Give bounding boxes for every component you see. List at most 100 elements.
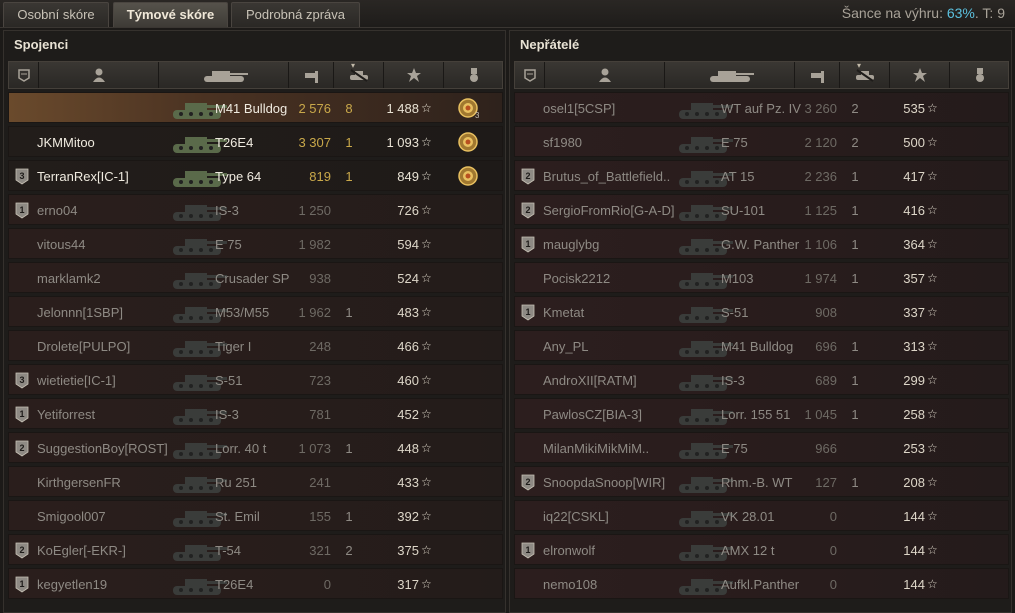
player-name[interactable]: Kmetat: [543, 297, 688, 328]
platoon-badge-icon: 2: [521, 474, 535, 491]
platoon-icon: [17, 69, 30, 82]
damage-value: 0: [829, 543, 837, 558]
allies-row[interactable]: 3 wietietie[IC-1] S-51 723 460 ☆: [8, 364, 503, 395]
player-name[interactable]: marklamk2: [37, 263, 182, 294]
player-name[interactable]: Pocisk2212: [543, 263, 688, 294]
tank-icon: [203, 71, 248, 82]
enemies-row[interactable]: 1 mauglybg G.W. Panther 1 106 1 364 ☆: [514, 228, 1009, 259]
player-name[interactable]: PawlosCZ[BIA-3]: [543, 399, 688, 430]
allies-row[interactable]: 2 KoEgler[-EKR-] T-54 321 2 375 ☆: [8, 534, 503, 565]
player-name[interactable]: Jelonnn[1SBP]: [37, 297, 182, 328]
achievement-medal-icon[interactable]: [457, 165, 479, 187]
header-kills-column[interactable]: [840, 62, 890, 88]
header-damage-column[interactable]: [289, 62, 334, 88]
allies-row[interactable]: Drolete[PULPO] Tiger I 248 466 ☆: [8, 330, 503, 361]
damage-value: 241: [309, 475, 331, 490]
allies-row[interactable]: marklamk2 Crusader SP 938 524 ☆: [8, 262, 503, 293]
allies-row[interactable]: vitous44 E 75 1 982 594 ☆: [8, 228, 503, 259]
allies-row[interactable]: JKMMitoo T26E4 3 307 1 1 093 ☆: [8, 126, 503, 157]
star-icon: ☆: [421, 441, 432, 455]
player-name[interactable]: SuggestionBoy[ROST]: [37, 433, 182, 464]
header-player-column[interactable]: [39, 62, 159, 88]
player-name[interactable]: nemo108: [543, 569, 688, 600]
kills-value: 1: [851, 237, 859, 252]
header-platoon-column[interactable]: [515, 62, 545, 88]
enemies-row[interactable]: AndroXII[RATM] IS-3 689 1 299 ☆: [514, 364, 1009, 395]
header-kills-column[interactable]: [334, 62, 384, 88]
xp-value: 313: [903, 339, 925, 354]
kills-value: 1: [851, 407, 859, 422]
damage-value: 908: [815, 305, 837, 320]
enemies-row[interactable]: iq22[CSKL] VK 28.01 0 144 ☆: [514, 500, 1009, 531]
player-name[interactable]: Any_PL: [543, 331, 688, 362]
star-icon: ☆: [421, 373, 432, 387]
header-medal-column[interactable]: [950, 62, 1010, 88]
allies-row[interactable]: 1 Yetiforrest IS-3 781 452 ☆: [8, 398, 503, 429]
enemies-row[interactable]: osel1[5CSP] WT auf Pz. IV 3 260 2 535 ☆: [514, 92, 1009, 123]
star-icon: ☆: [927, 373, 938, 387]
tab-detailed-report[interactable]: Podrobná zpráva: [231, 2, 360, 27]
allies-row[interactable]: M41 Bulldog 2 576 8 1 488 ☆ 3: [8, 92, 503, 123]
header-xp-column[interactable]: ▾: [351, 61, 444, 88]
header-xp-column[interactable]: ▾: [857, 61, 950, 88]
enemies-row[interactable]: 1 elronwolf AMX 12 t 0 144 ☆: [514, 534, 1009, 565]
player-name[interactable]: JKMMitoo: [37, 127, 182, 158]
player-name[interactable]: Brutus_of_Battlefield..: [543, 161, 688, 192]
player-name[interactable]: MilanMikiMikMiM..: [543, 433, 688, 464]
player-name[interactable]: elronwolf: [543, 535, 688, 566]
enemies-row[interactable]: Pocisk2212 M103 1 974 1 357 ☆: [514, 262, 1009, 293]
player-name[interactable]: sf1980: [543, 127, 688, 158]
enemies-row[interactable]: MilanMikiMikMiM.. E 75 966 253 ☆: [514, 432, 1009, 463]
xp-value: 726: [397, 203, 419, 218]
player-name[interactable]: iq22[CSKL]: [543, 501, 688, 532]
player-name[interactable]: SnoopdaSnoop[WIR]: [543, 467, 688, 498]
allies-row[interactable]: KirthgersenFR Ru 251 241 433 ☆: [8, 466, 503, 497]
header-medal-column[interactable]: [444, 62, 504, 88]
enemies-row[interactable]: 2 Brutus_of_Battlefield.. AT 15 2 236 1 417 ☆: [514, 160, 1009, 191]
allies-row[interactable]: Jelonnn[1SBP] M53/M55 1 962 1 483 ☆: [8, 296, 503, 327]
enemies-row[interactable]: Any_PL M41 Bulldog 696 1 313 ☆: [514, 330, 1009, 361]
damage-value: 1 125: [804, 203, 837, 218]
player-name[interactable]: Smigool007: [37, 501, 182, 532]
xp-value: 208: [903, 475, 925, 490]
player-name[interactable]: TerranRex[IC-1]: [37, 161, 182, 192]
player-name[interactable]: osel1[5CSP]: [543, 93, 688, 124]
star-icon: ☆: [421, 203, 432, 217]
enemies-row[interactable]: 2 SergioFromRio[G-A-D] SU-101 1 125 1 416 ☆: [514, 194, 1009, 225]
enemies-row[interactable]: 1 Kmetat S-51 908 337 ☆: [514, 296, 1009, 327]
allies-row[interactable]: 1 erno04 IS-3 1 250 726 ☆: [8, 194, 503, 225]
header-platoon-column[interactable]: [9, 62, 39, 88]
header-tank-column[interactable]: [665, 62, 795, 88]
xp-value: 144: [903, 543, 925, 558]
allies-row[interactable]: 2 SuggestionBoy[ROST] Lorr. 40 t1 073 1 448 ☆: [8, 432, 503, 463]
achievement-medal-icon[interactable]: [457, 131, 479, 153]
achievement-medal-icon[interactable]: 3: [457, 97, 479, 119]
player-name[interactable]: AndroXII[RATM]: [543, 365, 688, 396]
allies-row[interactable]: 1 kegyetlen19 T26E4 0 317 ☆: [8, 568, 503, 599]
tab-team-score[interactable]: Týmové skóre: [113, 2, 228, 27]
enemies-row[interactable]: 2 SnoopdaSnoop[WIR] Rhm.-B. WT 127 1 208 ☆: [514, 466, 1009, 497]
platoon-badge-icon: 1: [521, 542, 535, 559]
enemies-row[interactable]: sf1980 E 75 2 120 2 500 ☆: [514, 126, 1009, 157]
enemies-row[interactable]: nemo108 Aufkl.Panther 0 144 ☆: [514, 568, 1009, 599]
player-name[interactable]: wietietie[IC-1]: [37, 365, 182, 396]
player-name[interactable]: kegyetlen19: [37, 569, 182, 600]
player-name[interactable]: erno04: [37, 195, 182, 226]
enemies-row[interactable]: PawlosCZ[BIA-3] Lorr. 155 51 1 045 1 258 ☆: [514, 398, 1009, 429]
player-name[interactable]: SergioFromRio[G-A-D]: [543, 195, 688, 226]
xp-value: 392: [397, 509, 419, 524]
header-tank-column[interactable]: [159, 62, 289, 88]
header-damage-column[interactable]: [795, 62, 840, 88]
damage-value: 1 045: [804, 407, 837, 422]
player-name[interactable]: KirthgersenFR: [37, 467, 182, 498]
player-name[interactable]: KoEgler[-EKR-]: [37, 535, 182, 566]
allies-row[interactable]: Smigool007 St. Emil 155 1 392 ☆: [8, 500, 503, 531]
player-name[interactable]: Drolete[PULPO]: [37, 331, 182, 362]
player-name[interactable]: mauglybg: [543, 229, 688, 260]
header-player-column[interactable]: [545, 62, 665, 88]
allies-row[interactable]: 3 TerranRex[IC-1] Type 64 819 1 849 ☆: [8, 160, 503, 191]
star-icon: ☆: [927, 577, 938, 591]
tab-personal-score[interactable]: Osobní skóre: [3, 2, 109, 27]
player-name[interactable]: vitous44: [37, 229, 182, 260]
player-name[interactable]: Yetiforrest: [37, 399, 182, 430]
